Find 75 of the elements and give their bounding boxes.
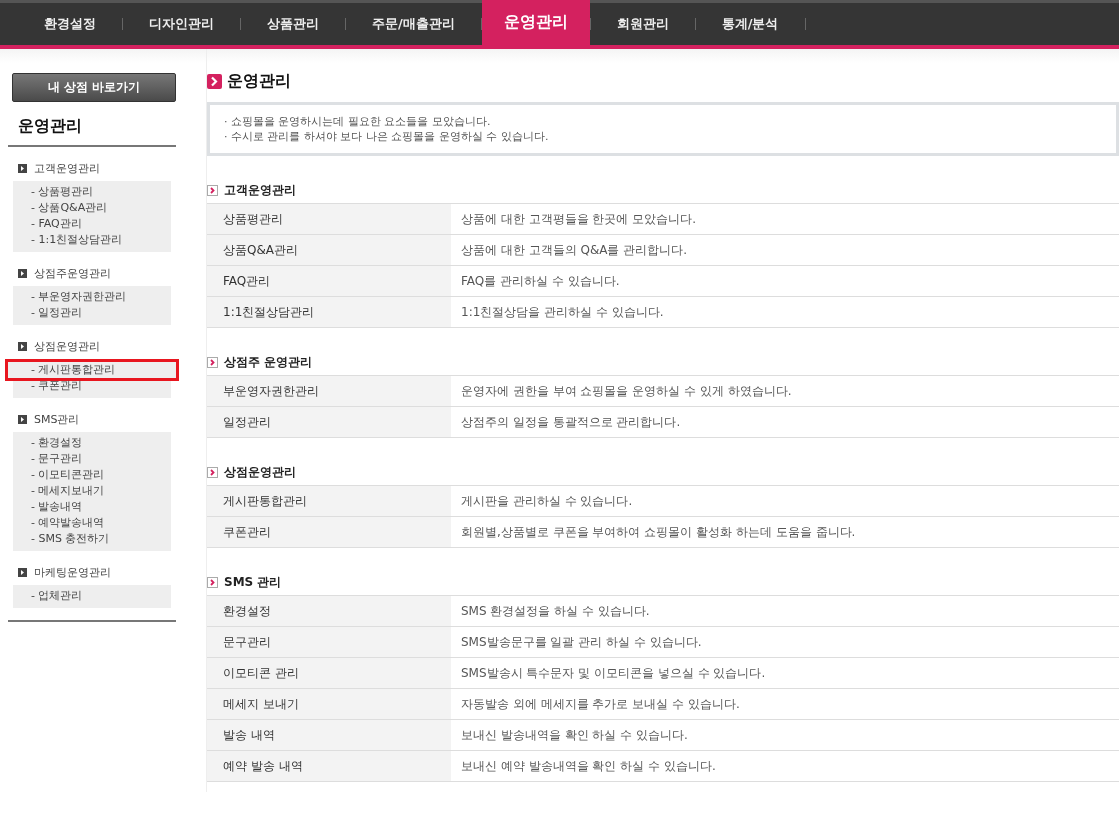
table-cell-text: 상품에 대한 고객평들을 한곳에 모았습니다. — [460, 210, 698, 228]
submenu-link[interactable]: - FAQ관리 — [13, 216, 171, 232]
nav-tab[interactable]: 회원관리 — [590, 3, 695, 45]
chevron-icon — [207, 577, 218, 588]
submenu-link[interactable]: - 문구관리 — [13, 451, 171, 467]
table-cell: 예약 발송 내역 — [207, 751, 451, 781]
info-note: · 수시로 관리를 하셔야 보다 나은 쇼핑몰을 운영하실 수 있습니다. — [224, 129, 550, 144]
submenu-link[interactable]: - 상품Q&A관리 — [13, 200, 171, 216]
sidebar-group-link[interactable]: 상점주운영관리 — [34, 266, 111, 281]
bullet-icon — [18, 568, 27, 577]
bullet-icon — [18, 342, 27, 351]
submenu-link[interactable]: - 이모티콘관리 — [13, 467, 171, 483]
nav-tab[interactable]: 주문/매출관리 — [346, 3, 481, 45]
table-cell-text: 보내신 예약 발송내역을 확인 하실 수 있습니다. — [460, 757, 717, 775]
chevron-icon — [207, 357, 218, 368]
submenu-link[interactable]: - SMS 충전하기 — [13, 531, 171, 547]
chevron-icon — [207, 74, 222, 89]
table-cell: 1:1친절상담관리 — [207, 297, 451, 327]
table-cell: 상품Q&A관리 — [207, 235, 451, 265]
nav-tab[interactable]: 통계/분석 — [695, 3, 805, 45]
submenu-link[interactable]: - 메세지보내기 — [13, 483, 171, 499]
page-title: 운영관리 — [227, 71, 291, 92]
table-cell-text: SMS발송시 특수문자 및 이모티콘을 넣으실 수 있습니다. — [460, 664, 767, 682]
submenu-link[interactable]: - 일정관리 — [13, 305, 171, 321]
chevron-icon — [207, 185, 218, 196]
submenu-link[interactable]: - 업체관리 — [13, 588, 171, 604]
table-cell-text: SMS 환경설정을 하실 수 있습니다. — [460, 602, 651, 620]
chevron-icon — [207, 467, 218, 478]
sidebar-group-link[interactable]: 고객운영관리 — [34, 161, 100, 176]
nav-tab[interactable]: 디자인관리 — [123, 3, 240, 45]
table-cell: 쿠폰관리 — [207, 517, 451, 547]
table-cell-text: 자동발송 외에 메세지를 추가로 보내실 수 있습니다. — [460, 695, 741, 713]
submenu-link[interactable]: - 1:1친절상담관리 — [13, 232, 171, 248]
info-note: · 쇼핑몰을 운영하시는데 필요한 요소들을 모았습니다. — [224, 114, 492, 129]
submenu-link[interactable]: - 발송내역 — [13, 499, 171, 515]
submenu-link[interactable]: - 부운영자권한관리 — [13, 289, 171, 305]
table-cell: 메세지 보내기 — [207, 689, 451, 719]
bullet-icon — [18, 415, 27, 424]
section-title: 고객운영관리 — [224, 182, 296, 199]
table-cell: 문구관리 — [207, 627, 451, 657]
submenu-link[interactable]: - 게시판통합관리 — [8, 362, 176, 378]
sidebar-group-link[interactable]: SMS관리 — [34, 412, 80, 427]
table-cell: 일정관리 — [207, 407, 451, 437]
table-cell-text: 보내신 발송내역을 확인 하실 수 있습니다. — [460, 726, 689, 744]
submenu-link[interactable]: - 환경설정 — [13, 435, 171, 451]
table-cell: 이모티콘 관리 — [207, 658, 451, 688]
table-cell-text: 운영자에 권한을 부여 쇼핑몰을 운영하실 수 있게 하였습니다. — [460, 382, 793, 400]
table-cell-text: SMS발송문구를 일괄 관리 하실 수 있습니다. — [460, 633, 703, 651]
section-title: 상점운영관리 — [224, 464, 296, 481]
bullet-icon — [18, 164, 27, 173]
section-title: SMS 관리 — [224, 574, 282, 591]
table-cell: 게시판통합관리 — [207, 486, 451, 516]
table-cell-text: 게시판을 관리하실 수 있습니다. — [460, 492, 634, 510]
section-title: 상점주 운영관리 — [224, 354, 313, 371]
table-cell-text: 상품에 대한 고객들의 Q&A를 관리합니다. — [460, 241, 689, 259]
table-cell: FAQ관리 — [207, 266, 451, 296]
submenu-link[interactable]: - 쿠폰관리 — [13, 378, 171, 394]
nav-tab[interactable]: 운영관리 — [481, 0, 590, 45]
bullet-icon — [18, 269, 27, 278]
table-cell: 부운영자권한관리 — [207, 376, 451, 406]
nav-tab[interactable]: 환경설정 — [18, 3, 122, 45]
sidebar-group-link[interactable]: 마케팅운영관리 — [34, 565, 111, 580]
sidebar-title: 운영관리 — [8, 102, 176, 147]
submenu-link[interactable]: - 예약발송내역 — [13, 515, 171, 531]
table-cell: 발송 내역 — [207, 720, 451, 750]
nav-tab[interactable]: 상품관리 — [241, 3, 345, 45]
table-cell: 환경설정 — [207, 596, 451, 626]
table-cell-text: 1:1친절상담을 관리하실 수 있습니다. — [460, 303, 665, 321]
shop-shortcut-button[interactable]: 내 상점 바로가기 — [12, 73, 176, 102]
table-cell-text: FAQ를 관리하실 수 있습니다. — [460, 272, 621, 290]
table-cell-text: 상점주의 일정을 통괄적으로 관리합니다. — [460, 413, 682, 431]
table-cell-text: 회원별,상품별로 쿠폰을 부여하여 쇼핑몰이 활성화 하는데 도움을 줍니다. — [460, 523, 857, 541]
table-cell: 상품평관리 — [207, 204, 451, 234]
sidebar-group-link[interactable]: 상점운영관리 — [34, 339, 100, 354]
submenu-link[interactable]: - 상품평관리 — [13, 184, 171, 200]
